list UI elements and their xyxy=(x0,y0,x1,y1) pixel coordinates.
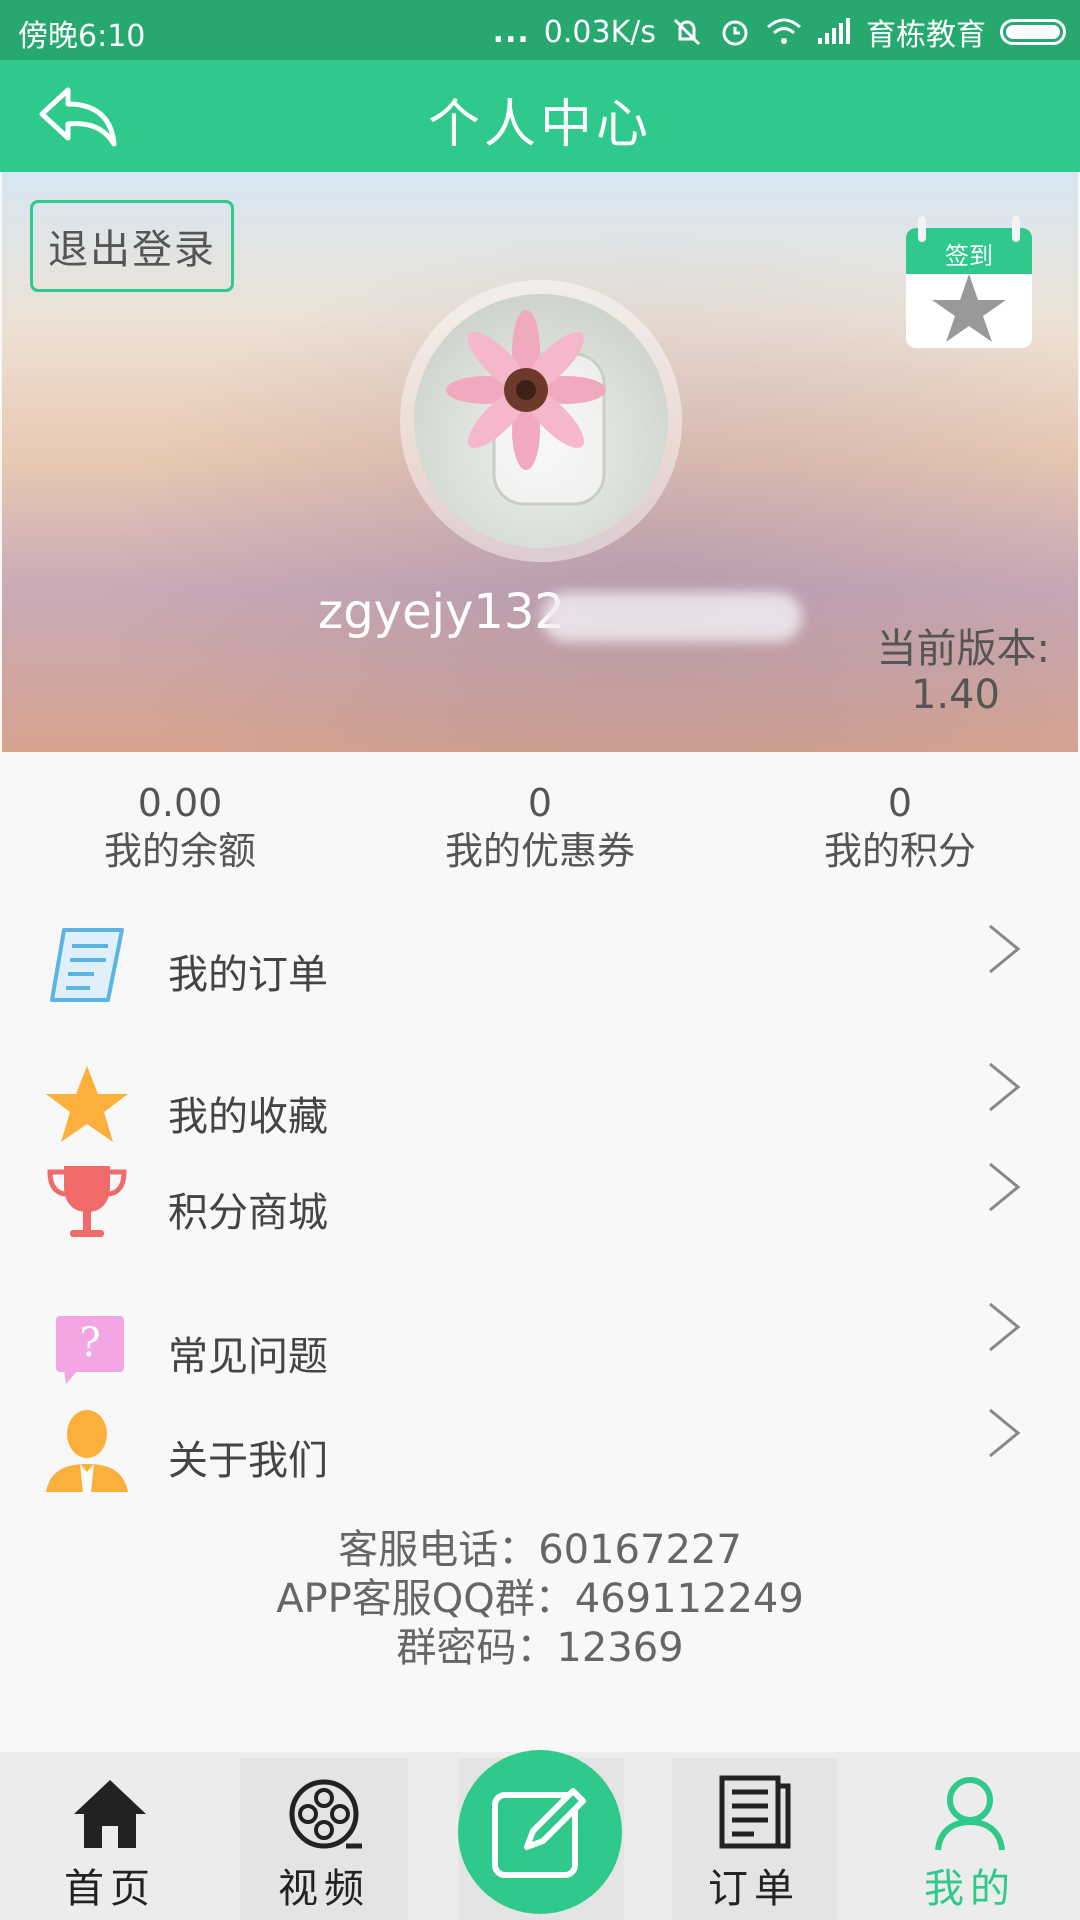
title-bar: 个人中心 xyxy=(0,60,1080,172)
username: zgyejy132 xyxy=(318,584,565,640)
document-icon xyxy=(714,1774,794,1854)
signin-label: 签到 xyxy=(945,242,993,270)
nav-home[interactable]: 首页 xyxy=(40,1752,180,1920)
nav-label-video: 视频 xyxy=(278,1866,370,1912)
balance-value: 0.00 xyxy=(137,781,223,825)
user-icon xyxy=(930,1774,1010,1854)
coupon-label: 我的优惠券 xyxy=(444,829,635,873)
balance-label: 我的余额 xyxy=(103,829,256,873)
avatar-image xyxy=(414,294,668,548)
balance-stat[interactable]: 0.00 我的余额 xyxy=(0,780,360,876)
battery-icon xyxy=(1000,19,1066,45)
points-value: 0 xyxy=(887,781,913,825)
alarm-icon xyxy=(718,15,752,49)
menu-label-favorites: 我的收藏 xyxy=(168,1094,328,1140)
menu-item-points-mall[interactable]: 积分商城 xyxy=(0,1162,1080,1262)
menu-item-faq[interactable]: ? 常见问题 xyxy=(0,1302,1080,1402)
network-speed: 0.03K/s xyxy=(543,14,656,50)
menu-label-orders: 我的订单 xyxy=(168,952,328,998)
coupon-value: 0 xyxy=(527,781,553,825)
mute-icon xyxy=(670,15,704,49)
person-icon xyxy=(44,1408,130,1494)
chevron-right-icon xyxy=(984,1060,1024,1114)
question-icon: ? xyxy=(44,1302,130,1388)
menu-label-faq: 常见问题 xyxy=(168,1334,328,1380)
username-redaction xyxy=(542,592,802,642)
nav-video[interactable]: 视频 xyxy=(254,1752,394,1920)
status-bar: 傍晚6:10 ... 0.03K/s 育栋教育 xyxy=(0,0,1080,60)
signal-icon xyxy=(816,18,852,46)
account-stats: 0.00 我的余额 0 我的优惠券 0 我的积分 xyxy=(0,780,1080,880)
version-value: 1.40 xyxy=(910,672,1000,718)
nav-label-profile: 我的 xyxy=(924,1866,1016,1912)
status-time: 傍晚6:10 xyxy=(18,19,146,54)
chevron-right-icon xyxy=(984,1406,1024,1460)
signin-button[interactable]: 签到 xyxy=(902,212,1036,352)
order-list-icon xyxy=(44,922,130,1008)
nav-label-orders: 订单 xyxy=(708,1866,800,1912)
qq-group: APP客服QQ群：469112249 xyxy=(276,1576,804,1622)
status-dots: ... xyxy=(492,14,530,50)
chevron-right-icon xyxy=(984,922,1024,976)
home-icon xyxy=(70,1774,150,1854)
wifi-icon xyxy=(766,17,802,47)
svg-text:?: ? xyxy=(79,1320,100,1366)
group-password: 群密码：12369 xyxy=(396,1625,684,1671)
page-title: 个人中心 xyxy=(427,95,652,155)
nav-orders[interactable]: 订单 xyxy=(684,1752,824,1920)
coupon-stat[interactable]: 0 我的优惠券 xyxy=(360,780,720,876)
menu-item-about[interactable]: 关于我们 xyxy=(0,1406,1080,1506)
menu-label-about: 关于我们 xyxy=(168,1438,328,1484)
profile-banner: 退出登录 签到 zgyejy132 当前版本: 1.40 xyxy=(2,172,1078,752)
version-label: 当前版本: xyxy=(876,626,1050,672)
menu-item-favorites[interactable]: 我的收藏 xyxy=(0,1062,1080,1162)
nav-label-home: 首页 xyxy=(64,1866,156,1912)
film-reel-icon xyxy=(284,1774,364,1854)
bottom-nav: 首页 视频 订单 我的 xyxy=(0,1750,1080,1920)
nav-compose-button[interactable] xyxy=(458,1750,622,1914)
star-icon xyxy=(44,1062,130,1148)
chevron-right-icon xyxy=(984,1300,1024,1354)
chevron-right-icon xyxy=(984,1160,1024,1214)
logout-button[interactable]: 退出登录 xyxy=(30,200,234,292)
trophy-icon xyxy=(44,1160,130,1246)
carrier-name: 育栋教育 xyxy=(866,18,986,53)
service-phone[interactable]: 客服电话：60167227 xyxy=(0,1526,1080,1575)
edit-icon xyxy=(487,1777,593,1887)
points-label: 我的积分 xyxy=(823,829,976,873)
points-stat[interactable]: 0 我的积分 xyxy=(720,780,1080,876)
avatar[interactable] xyxy=(400,280,682,562)
menu-label-points-mall: 积分商城 xyxy=(168,1190,328,1236)
contact-info: 客服电话：60167227 APP客服QQ群：469112249 群密码：123… xyxy=(0,1526,1080,1673)
menu-item-orders[interactable]: 我的订单 xyxy=(0,920,1080,1020)
nav-profile[interactable]: 我的 xyxy=(900,1752,1040,1920)
